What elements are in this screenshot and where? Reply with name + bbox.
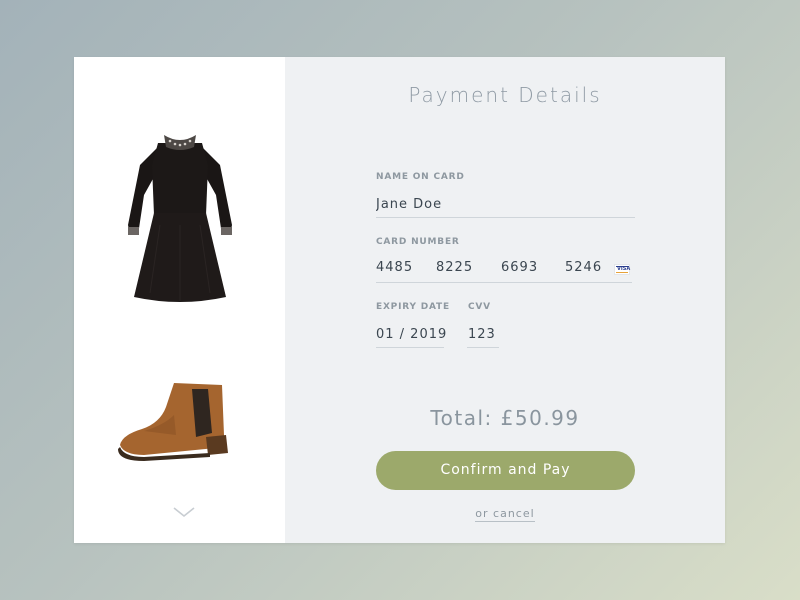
confirm-and-pay-button[interactable]: Confirm and Pay: [376, 451, 635, 490]
expiry-date-input[interactable]: [376, 325, 446, 343]
black-dress-image: [128, 135, 232, 302]
page-title: Payment Details: [408, 83, 602, 107]
card-number-group: 5246: [565, 260, 603, 275]
product-panel: [74, 57, 285, 543]
order-total: Total: £50.99: [430, 406, 580, 430]
card-number-group: 8225: [436, 260, 474, 275]
cvv-input[interactable]: [468, 325, 500, 343]
card-number-underline: [376, 282, 632, 283]
card-number-label: CARD NUMBER: [376, 237, 460, 247]
cancel-link-wrap: or cancel: [285, 507, 725, 522]
name-on-card-input[interactable]: [376, 195, 634, 213]
card-number-group: 6693: [501, 260, 539, 275]
cancel-link[interactable]: or cancel: [475, 507, 535, 522]
checkout-card: Payment Details NAME ON CARD CARD NUMBER…: [74, 57, 725, 543]
card-number-input[interactable]: 4485 8225 6693 5246: [376, 260, 632, 278]
name-field-underline: [376, 217, 635, 218]
tan-chelsea-boot-image: [118, 383, 228, 461]
card-number-group: 4485: [376, 260, 414, 275]
payment-form: Payment Details NAME ON CARD CARD NUMBER…: [285, 57, 725, 543]
name-label: NAME ON CARD: [376, 172, 465, 182]
expiry-date-label: EXPIRY DATE: [376, 302, 450, 312]
cvv-underline: [467, 347, 499, 348]
chevron-down-icon[interactable]: [172, 504, 196, 520]
cvv-label: CVV: [468, 302, 491, 312]
expiry-underline: [376, 347, 444, 348]
visa-icon: VISA: [614, 264, 630, 275]
